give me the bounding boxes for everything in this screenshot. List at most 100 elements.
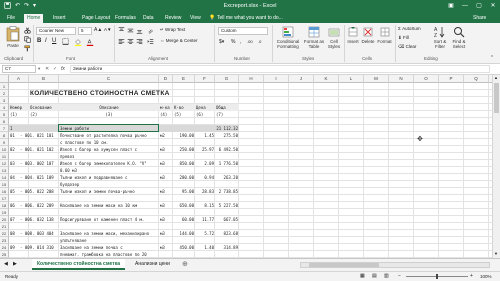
row-header[interactable]: 14 xyxy=(0,174,9,181)
cell-styles-button[interactable]: Cell Styles xyxy=(326,26,342,49)
wrap-text-button[interactable]: ↵ Wrap Text xyxy=(160,27,185,33)
column-header[interactable]: H xyxy=(239,75,264,83)
format-painter-icon[interactable] xyxy=(24,45,31,54)
prev-sheet-icon[interactable]: ◀ xyxy=(4,261,8,267)
name-box[interactable]: C7 xyxy=(2,65,36,73)
horizontal-scroll-thumb[interactable] xyxy=(309,263,379,267)
column-header[interactable]: O xyxy=(414,75,439,83)
share-button[interactable]: Share xyxy=(470,14,489,23)
underline-icon[interactable]: U xyxy=(52,38,56,44)
fill-color-icon[interactable] xyxy=(74,38,82,48)
tab-home[interactable]: Home xyxy=(24,14,44,23)
column-header[interactable]: C xyxy=(59,75,159,83)
align-left-icon[interactable] xyxy=(118,38,125,47)
tab-view[interactable]: View xyxy=(187,14,204,23)
orientation-icon[interactable]: ab xyxy=(147,27,154,36)
insert-cells-button[interactable]: Insert xyxy=(346,26,360,44)
scroll-up-icon[interactable]: ▲ xyxy=(494,75,498,80)
horizontal-scrollbar[interactable] xyxy=(300,262,490,268)
tab-review[interactable]: Review xyxy=(162,14,184,23)
font-color-icon[interactable]: A xyxy=(86,38,94,48)
autosum-button[interactable]: Σ AutoSum xyxy=(398,26,421,31)
column-header[interactable]: B xyxy=(29,75,59,83)
tab-insert[interactable]: Insert xyxy=(50,14,69,23)
column-header[interactable]: A xyxy=(9,75,29,83)
sheet-tab-2[interactable]: Анализни цени xyxy=(130,259,175,270)
currency-icon[interactable]: $▾ xyxy=(219,39,224,45)
bold-icon[interactable]: B xyxy=(37,38,41,44)
paste-button[interactable]: Paste xyxy=(4,26,22,48)
row-header[interactable]: 24 xyxy=(0,244,9,251)
tab-page-layout[interactable]: Page Layout xyxy=(79,14,113,23)
row-header[interactable]: 12 xyxy=(0,160,9,167)
collapse-ribbon-icon[interactable]: ⌃ xyxy=(490,55,494,61)
row-header[interactable]: 22 xyxy=(0,230,9,237)
minimize-button[interactable]: — xyxy=(458,1,472,11)
font-size-select[interactable]: 5 xyxy=(78,27,92,35)
row-header[interactable]: 16 xyxy=(0,188,9,195)
column-header[interactable]: M xyxy=(364,75,389,83)
delete-cells-button[interactable]: Delete xyxy=(361,26,375,44)
font-name-select[interactable]: Courier New xyxy=(36,27,76,35)
row-header[interactable]: 7 xyxy=(0,125,9,132)
column-header[interactable]: D xyxy=(159,75,173,83)
number-format-select[interactable]: Custom xyxy=(218,27,268,35)
conditional-formatting-button[interactable]: Conditional Formatting xyxy=(274,26,302,49)
column-header[interactable]: J xyxy=(289,75,314,83)
row-header[interactable]: 25 xyxy=(0,251,9,258)
next-sheet-icon[interactable]: ▶ xyxy=(13,261,17,267)
borders-icon[interactable] xyxy=(62,38,69,47)
row-header[interactable]: 19 xyxy=(0,209,9,216)
insert-function-icon[interactable]: fx xyxy=(61,66,65,72)
comma-style-icon[interactable]: , xyxy=(240,39,241,45)
tab-formulas[interactable]: Formulas xyxy=(112,14,139,23)
format-cells-button[interactable]: Format xyxy=(377,26,392,44)
confirm-entry-icon[interactable]: ✓ xyxy=(53,66,57,72)
row-header[interactable]: 6 xyxy=(0,118,9,125)
page-break-view-icon[interactable]: ▥ xyxy=(384,273,389,279)
zoom-out-icon[interactable]: − xyxy=(398,273,401,279)
row-header[interactable]: 13 xyxy=(0,167,9,174)
row-header[interactable]: 17 xyxy=(0,195,9,202)
spreadsheet-grid[interactable]: ABCDEFGHIJKLMNOPQR 123456789101112131415… xyxy=(0,75,492,258)
decrease-decimal-icon[interactable]: .0 xyxy=(258,39,261,44)
name-box-dropdown-icon[interactable]: ▾ xyxy=(38,66,40,72)
selected-cell[interactable] xyxy=(58,124,159,132)
column-header[interactable]: K xyxy=(314,75,339,83)
column-header[interactable]: Q xyxy=(464,75,489,83)
italic-icon[interactable]: I xyxy=(45,38,47,44)
indent-icon[interactable] xyxy=(147,38,154,47)
vertical-scrollbar[interactable]: ▲ ▼ xyxy=(492,75,500,258)
align-top-icon[interactable] xyxy=(118,27,125,36)
row-header[interactable]: 10 xyxy=(0,146,9,153)
row-header[interactable]: 8 xyxy=(0,132,9,139)
maximize-button[interactable]: ▢ xyxy=(472,1,486,11)
zoom-level[interactable]: 100% xyxy=(480,274,492,279)
select-all-corner[interactable] xyxy=(0,75,9,83)
copy-icon[interactable] xyxy=(24,36,31,45)
fill-button[interactable]: ⬇ Fill xyxy=(398,35,409,41)
align-middle-icon[interactable] xyxy=(127,27,134,36)
column-header[interactable]: P xyxy=(439,75,464,83)
page-layout-view-icon[interactable]: ▤ xyxy=(372,273,377,279)
row-header[interactable]: 3 xyxy=(0,97,9,104)
ribbon-display-options-icon[interactable]: ▣ xyxy=(444,1,458,11)
row-header[interactable]: 21 xyxy=(0,223,9,230)
row-header[interactable]: 11 xyxy=(0,153,9,160)
tell-me-box[interactable]: Tell me what you want to do... xyxy=(214,14,286,23)
tab-file[interactable]: File xyxy=(4,14,18,23)
zoom-slider[interactable] xyxy=(406,274,468,279)
zoom-in-icon[interactable]: + xyxy=(470,273,473,279)
find-select-button[interactable]: Find & Select xyxy=(450,26,468,49)
normal-view-icon[interactable]: ▦ xyxy=(360,273,365,279)
align-bottom-icon[interactable] xyxy=(136,27,143,36)
clear-button[interactable]: ⌫ Clear xyxy=(398,44,416,50)
column-header[interactable]: G xyxy=(215,75,239,83)
zoom-slider-handle[interactable] xyxy=(436,274,438,279)
cancel-entry-icon[interactable]: ✕ xyxy=(45,66,49,72)
scroll-thumb[interactable] xyxy=(494,83,499,113)
sort-filter-button[interactable]: AZ Sort & Filter xyxy=(431,26,449,49)
close-button[interactable]: ✕ xyxy=(486,1,500,11)
column-header[interactable]: I xyxy=(264,75,289,83)
merge-center-button[interactable]: ⇔ Merge & Center xyxy=(160,38,198,43)
